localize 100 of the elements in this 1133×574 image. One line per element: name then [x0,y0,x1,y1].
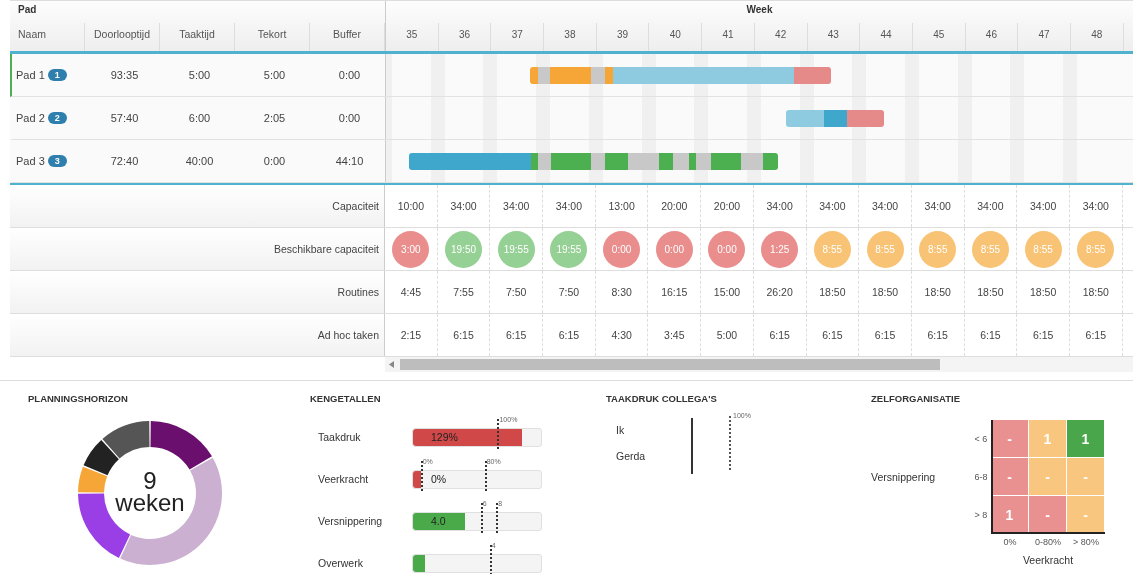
week-header: 38 [544,23,597,51]
table-cell: 6:15 [1069,314,1123,356]
table-cell: 2:15 [385,314,438,356]
table-cell: 6:15 [1017,314,1070,356]
week-header: 47 [1018,23,1071,51]
capacity-circle: 19:55 [497,230,535,268]
week-header: 35 [386,23,439,51]
table-cell: 34:00 [1069,185,1123,227]
table-cell: 18:50 [1069,271,1123,313]
table-cell: 34:00 [753,185,807,227]
table-cell: 34:00 [911,185,965,227]
capacity-circle: 3:00 [392,230,430,268]
week-header: 36 [438,23,492,51]
count-badge: 2 [47,112,67,124]
path-row[interactable]: Pad 3 3 72:40 40:00 0:00 44:10 [10,140,1133,183]
column-header[interactable]: Taaktijd [160,23,235,51]
table-cell: 6:15 [806,314,860,356]
table-cell: 34:00 [1017,185,1070,227]
table-cell: 6:15 [911,314,965,356]
colleague-name: Gerda [616,450,647,462]
table-cell-text: 6:00 [187,112,212,124]
row-label: Capaciteit [10,185,385,227]
table-cell-text: 5:00 [187,69,212,81]
table-cell: 34:00 [437,185,491,227]
column-header[interactable]: Doorlooptijd [85,23,160,51]
table-cell-text: 44:10 [334,155,365,167]
heatmap-cell: 1 [1029,420,1067,458]
table-cell: 4:45 [385,271,438,313]
horizon-unit: weken [114,492,186,514]
horizon-value: 9 [142,470,158,492]
table-cell: 6:15 [490,314,544,356]
table-cell: 18:50 [964,271,1018,313]
table-cell: 3:45 [648,314,702,356]
path-name: Pad 2 [16,112,45,124]
table-cell: 10:00 [385,185,438,227]
capacity-circle: 8:55 [971,230,1009,268]
table-cell: 34:00 [806,185,860,227]
path-row[interactable]: Pad 1 1 93:35 5:00 5:00 0:00 [10,54,1133,97]
table-cell: 7:50 [490,271,544,313]
metric-label: Taakdruk [317,431,362,443]
capacity-circle: 8:55 [1024,230,1062,268]
week-header: 40 [649,23,703,51]
week-header: 44 [860,23,913,51]
capacity-circle: 0:00 [603,230,641,268]
table-cell: 6:15 [753,314,807,356]
table-cell-text: 93:35 [109,69,140,81]
table-cell: 7:50 [543,271,596,313]
metric-label: Veerkracht [317,473,370,485]
capacity-circle: 0:00 [655,230,693,268]
axis-tick-label: 0% [1002,536,1018,549]
table-cell: 6:15 [543,314,596,356]
week-header: 46 [965,23,1019,51]
table-cell: 6:15 [964,314,1018,356]
metric-value: 129% [431,430,458,443]
week-header: 41 [702,23,755,51]
section-title: ZELFORGANISATIE [871,393,962,404]
count-badge: 3 [47,155,67,167]
column-header[interactable]: Buffer [310,23,385,51]
week-header: 48 [1070,23,1124,51]
metric-value: 4.0 [431,514,446,527]
table-cell: 34:00 [964,185,1018,227]
table-cell: 18:50 [1017,271,1070,313]
path-name: Pad 1 [16,69,45,81]
table-cell: 18:50 [806,271,860,313]
axis-tick-label: 0-80% [1034,536,1062,549]
axis-tick-label: > 80% [1072,536,1100,549]
heatmap-cell: 1 [1067,420,1105,458]
capacity-circle: 0:00 [708,230,746,268]
colleague-name: Ik [616,424,626,436]
table-cell: 34:00 [543,185,596,227]
axis-label: Veerkracht [1021,553,1075,568]
table-cell: 34:00 [490,185,544,227]
week-header: 42 [754,23,808,51]
table-cell: 4:30 [595,314,649,356]
column-header[interactable]: Naam [10,23,85,51]
path-row[interactable]: Pad 2 2 57:40 6:00 2:05 0:00 [10,97,1133,140]
capacity-circle: 19:55 [550,230,588,268]
table-cell-text: 5:00 [262,69,287,81]
table-cell: 34:00 [859,185,912,227]
capacity-circle: 8:55 [866,230,904,268]
metric-value: 0% [431,472,447,485]
axis-label: Versnippering [871,470,937,485]
capacity-circle: 8:55 [1077,230,1115,268]
heatmap-cell: - [1029,458,1067,496]
section-title: PLANNINGSHORIZON [28,393,129,404]
heatmap-cell: - [991,420,1029,458]
section-title: TAAKDRUK COLLEGA'S [606,393,718,404]
group-header: Week [745,3,774,17]
row-label: Beschikbare capaciteit [10,228,385,270]
table-cell-text: 57:40 [109,112,140,124]
column-header[interactable]: Tekort [235,23,310,51]
table-cell-text: 72:40 [109,155,140,167]
table-cell: 7:55 [437,271,491,313]
heatmap-cell: - [991,458,1029,496]
capacity-circle: 1:25 [761,230,799,268]
heatmap-cell: 1 [991,496,1029,534]
metric-label: Versnippering [317,515,384,527]
table-cell-text: 0:00 [337,112,362,124]
axis-tick-label: > 8 [973,509,989,522]
path-name: Pad 3 [16,155,45,167]
